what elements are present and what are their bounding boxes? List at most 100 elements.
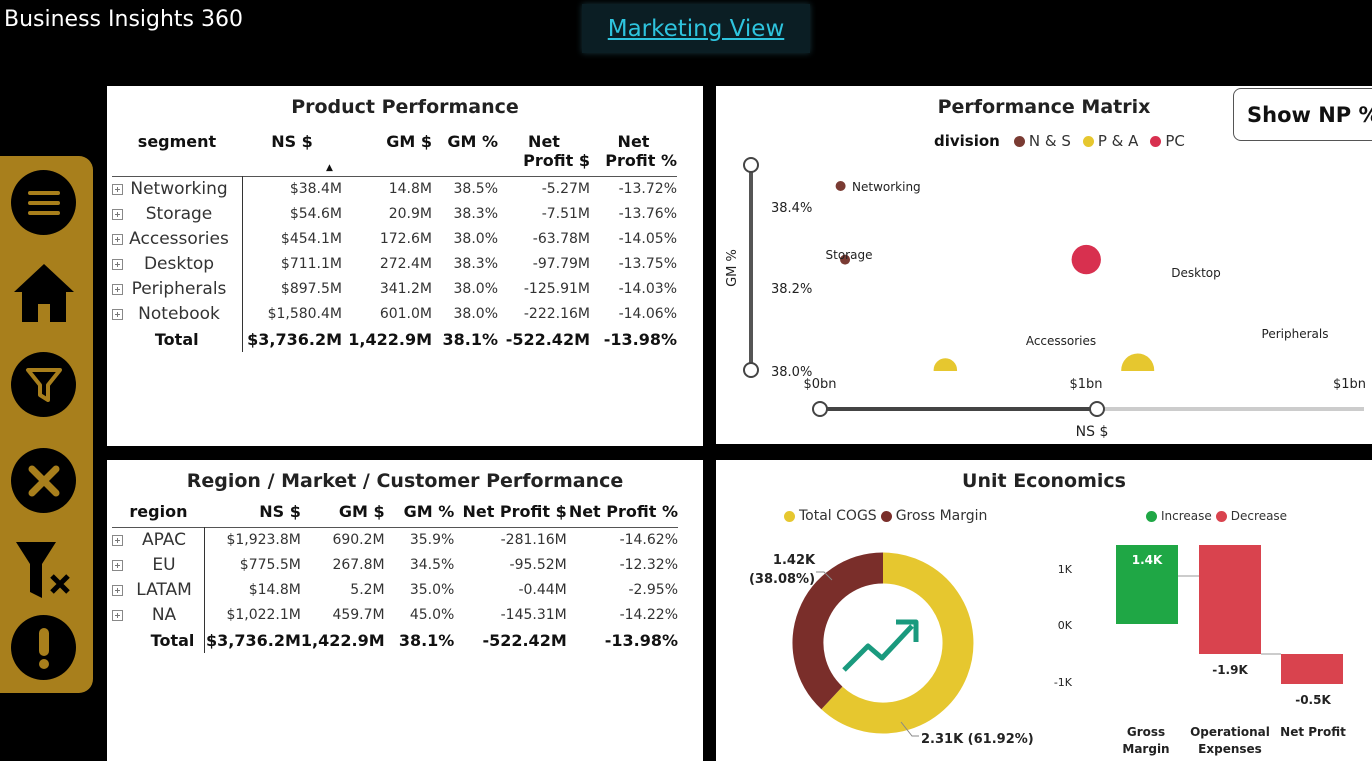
cell-gm: 172.6M [379, 231, 432, 247]
scatter-points [835, 181, 1155, 371]
scatter-point-label: Peripherals [1262, 327, 1329, 341]
x-slider-handle-left [812, 401, 828, 417]
total-npp: -13.98% [603, 329, 677, 349]
app-title: Business Insights 360 [4, 7, 243, 32]
cell-ns: $1,022.1M [226, 607, 301, 623]
table-row[interactable]: Notebook $1,580.4M 601.0M 38.0% -222.16M -14.… [112, 301, 677, 327]
row-label: APAC [112, 527, 206, 553]
total-np: -522.42M [482, 630, 567, 650]
row-name: LATAM [136, 580, 192, 600]
total-ns: $3,736.2M [206, 630, 301, 650]
table-row[interactable]: Storage $54.6M 20.9M 38.3% -7.51M -13.76% [112, 201, 677, 227]
table-row[interactable]: EU $775.5M 267.8M 34.5% -95.52M -12.32% [112, 552, 678, 578]
clear-filter-icon[interactable] [11, 538, 76, 603]
total-np: -522.42M [505, 329, 590, 349]
total-npp: -13.98% [604, 630, 678, 650]
header-region[interactable]: region [112, 502, 205, 528]
cell-gmp: 38.0% [453, 281, 498, 297]
donut-slice-gross-margin [792, 552, 884, 710]
total-gmp: 38.1% [442, 329, 498, 349]
waterfall-y-tick: 1K [1058, 563, 1073, 576]
marketing-view-button[interactable]: Marketing View [582, 4, 810, 53]
header-gm[interactable]: GM $ [301, 502, 385, 528]
cell-gmp: 38.0% [453, 306, 498, 322]
sidebar [0, 156, 93, 693]
row-label: Accessories [112, 226, 243, 252]
y-slider-handle-top [743, 157, 759, 173]
scatter-point-label: Networking [852, 180, 921, 194]
row-name: Networking [130, 179, 228, 200]
cell-gm: 459.7M [332, 607, 385, 623]
row-name: NA [151, 605, 177, 625]
table-row[interactable]: APAC $1,923.8M 690.2M 35.9% -281.16M -14.62% [112, 527, 678, 553]
table-row[interactable]: Accessories $454.1M 172.6M 38.0% -63.78M -14.… [112, 226, 677, 252]
header-net-profit[interactable]: Net Profit $ [454, 502, 566, 528]
show-np-pct-button[interactable]: Show NP % [1233, 88, 1372, 141]
expand-icon[interactable] [112, 308, 123, 320]
cell-gm: 267.8M [332, 557, 385, 573]
header-ns[interactable]: NS $ [205, 502, 301, 528]
expand-icon[interactable] [112, 258, 123, 270]
cell-gm: 272.4M [379, 256, 432, 272]
expand-icon[interactable] [112, 584, 123, 596]
cell-gm: 601.0M [379, 306, 432, 322]
table-row[interactable]: NA $1,022.1M 459.7M 45.0% -145.31M -14.22% [112, 602, 678, 628]
cell-ns: $14.8M [248, 582, 301, 598]
scatter-point-label: Storage [826, 248, 873, 262]
header-segment[interactable]: segment [112, 132, 242, 177]
row-label: Storage [112, 201, 243, 227]
cell-np: -0.44M [518, 582, 567, 598]
table-row[interactable]: Networking $38.4M 14.8M 38.5% -5.27M -13.72% [112, 176, 677, 202]
total-label: Total [112, 326, 243, 352]
y-axis-label: GM % [725, 249, 740, 287]
filter-icon[interactable] [11, 352, 76, 417]
cell-npp: -14.06% [618, 306, 677, 322]
product-table: segment NS $ GM $ ▲ GM % Net Profit $ Net… [112, 132, 677, 352]
expand-icon[interactable] [112, 233, 123, 245]
header-gm-pct[interactable]: GM % [432, 132, 498, 177]
row-label: Networking [112, 176, 243, 202]
product-performance-panel: Product Performance segment NS $ GM $ ▲ … [107, 86, 703, 446]
expand-icon[interactable] [112, 183, 123, 195]
cell-npp: -13.72% [618, 181, 677, 198]
cell-ns: $775.5M [239, 557, 301, 573]
close-icon[interactable] [11, 448, 76, 513]
expand-icon[interactable] [112, 208, 123, 220]
header-net-profit-pct[interactable]: Net Profit % [567, 502, 678, 528]
row-name: Desktop [143, 254, 215, 274]
cell-gmp: 35.9% [409, 532, 455, 549]
total-gm: 1,422.9M [300, 630, 385, 650]
row-label: LATAM [112, 577, 206, 603]
home-icon[interactable] [11, 260, 76, 325]
expand-icon[interactable] [112, 559, 123, 571]
row-label: Peripherals [112, 276, 243, 302]
header-gm-pct[interactable]: GM % [385, 502, 455, 528]
expand-icon[interactable] [112, 534, 123, 546]
row-label: Notebook [112, 301, 243, 327]
table-row[interactable]: LATAM $14.8M 5.2M 35.0% -0.44M -2.95% [112, 577, 678, 603]
alert-icon[interactable] [11, 615, 76, 680]
header-gm[interactable]: GM $ ▲ [326, 132, 432, 177]
cell-np: -145.31M [500, 607, 567, 623]
cell-gmp: 38.0% [453, 231, 498, 247]
total-row: Total $3,736.2M 1,422.9M 38.1% -522.42M -13.9… [112, 326, 677, 352]
cell-np: -95.52M [509, 557, 567, 573]
cell-gmp: 38.3% [453, 206, 498, 222]
table-row[interactable]: Desktop $711.1M 272.4M 38.3% -97.79M -13.75% [112, 251, 677, 277]
expand-icon[interactable] [112, 609, 123, 621]
x-tick-label: $1bn [1069, 377, 1102, 392]
expand-icon[interactable] [112, 283, 123, 295]
table-row[interactable]: Peripherals $897.5M 341.2M 38.0% -125.91M -14… [112, 276, 677, 302]
total-gm: 1,422.9M [348, 329, 432, 349]
cell-gmp: 35.0% [409, 582, 455, 598]
menu-icon[interactable] [11, 170, 76, 235]
row-name: APAC [142, 530, 186, 551]
header-net-profit-pct[interactable]: Net Profit % [590, 132, 677, 177]
header-net-profit[interactable]: Net Profit $ [498, 132, 590, 177]
row-name: Notebook [138, 304, 220, 324]
cell-gmp: 45.0% [409, 607, 455, 623]
waterfall-category-label: Margin [1122, 742, 1169, 756]
waterfall-category-label: Operational [1190, 725, 1270, 739]
waterfall-bar-operational-expenses [1199, 545, 1261, 654]
cell-np: -5.27M [541, 181, 590, 198]
